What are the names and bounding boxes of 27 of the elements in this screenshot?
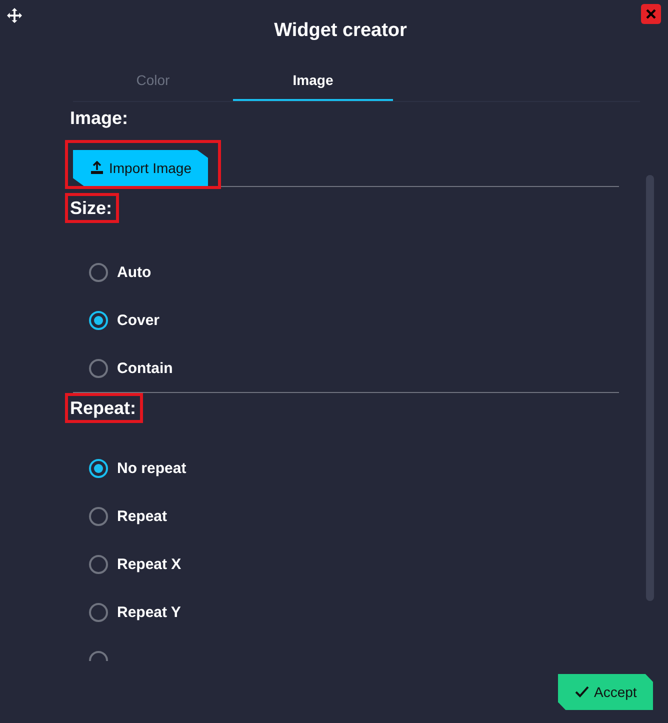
- section-heading: Image:: [70, 107, 128, 130]
- option-label: Cover: [117, 312, 160, 328]
- option-label: Repeat Y: [117, 604, 181, 620]
- close-icon: [644, 8, 657, 20]
- close-button[interactable]: [640, 4, 661, 24]
- radio-button[interactable]: [89, 554, 108, 574]
- window-title: Widget creator: [274, 20, 407, 42]
- accept-button[interactable]: Accept: [558, 674, 653, 710]
- option-label: No repeat: [117, 460, 186, 476]
- section-heading: Size:: [70, 197, 112, 220]
- radio-button[interactable]: [89, 358, 108, 378]
- move-icon[interactable]: [7, 8, 22, 23]
- upload-icon: [90, 161, 104, 175]
- option-label: Auto: [117, 264, 152, 280]
- option-label: Repeat: [117, 508, 168, 524]
- radio-button[interactable]: [89, 310, 108, 330]
- tab[interactable]: Image: [233, 60, 393, 101]
- scrollbar[interactable]: [646, 175, 654, 601]
- checkmark-icon: [575, 686, 589, 698]
- radio-button[interactable]: [89, 458, 108, 478]
- radio-button[interactable]: [89, 262, 108, 282]
- option-label: Repeat X: [117, 556, 182, 572]
- import-image-button[interactable]: Import Image: [73, 150, 208, 186]
- section-heading: Repeat:: [70, 397, 136, 420]
- option-label: Contain: [117, 360, 173, 376]
- radio-button[interactable]: [89, 506, 108, 526]
- radio-button[interactable]: [89, 602, 108, 622]
